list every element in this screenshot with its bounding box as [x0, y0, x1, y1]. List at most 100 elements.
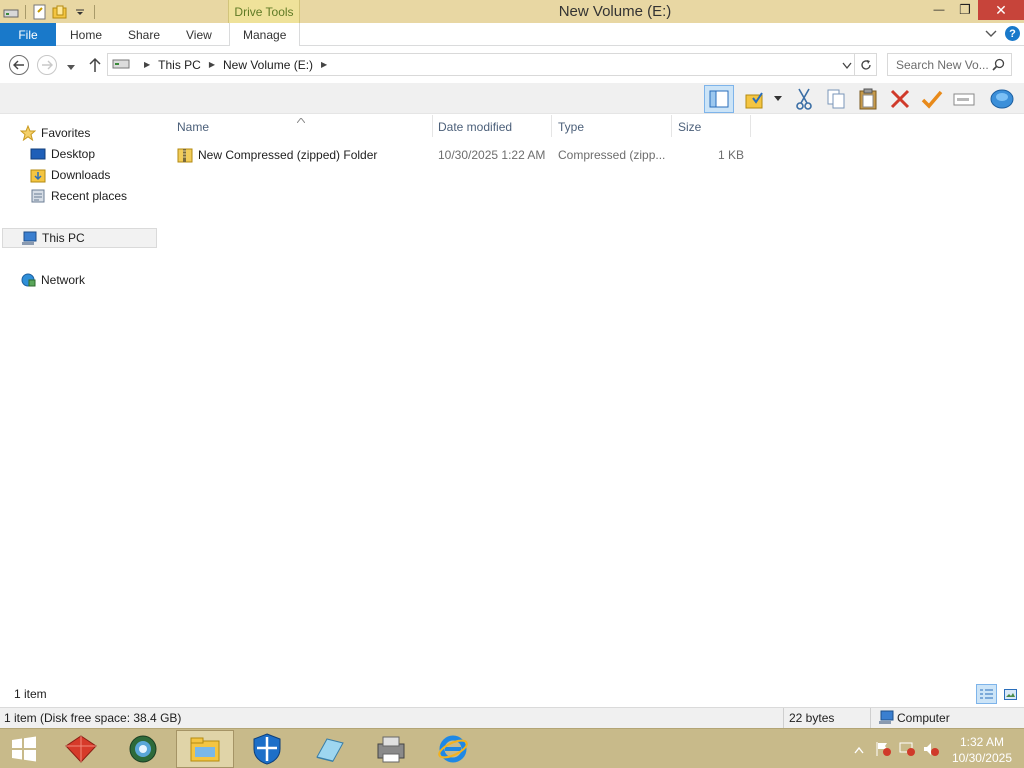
tab-file[interactable]: File: [0, 23, 56, 46]
move-to-dropdown-icon[interactable]: [770, 85, 786, 113]
title-bar: Drive Tools New Volume (E:) — ❐ ✕: [0, 0, 1024, 23]
column-header-date-modified[interactable]: Date modified: [438, 117, 512, 137]
status-bar: 1 item: [0, 684, 1024, 704]
disk-free-space: 1 item (Disk free space: 38.4 GB): [4, 711, 182, 725]
restore-button[interactable]: ❐: [952, 0, 978, 20]
desktop-icon: [30, 146, 46, 162]
drive-icon: [2, 3, 20, 21]
taskbar-clock[interactable]: 1:32 AM 10/30/2025: [952, 734, 1012, 766]
cut-icon[interactable]: [790, 85, 818, 113]
move-to-folder-icon[interactable]: [742, 85, 770, 113]
command-toolbar: [0, 83, 1024, 114]
clock-time: 1:32 AM: [959, 735, 1004, 749]
properties-icon[interactable]: [31, 3, 49, 21]
recent-locations-icon[interactable]: [66, 61, 76, 75]
network-status-icon[interactable]: [898, 741, 916, 760]
selection-bytes: 22 bytes: [789, 711, 835, 725]
up-arrow-icon[interactable]: [88, 57, 102, 76]
breadcrumb-chevron-icon[interactable]: ▶: [209, 60, 215, 69]
help-icon[interactable]: ?: [1005, 26, 1020, 41]
drive-tools-context-label: Drive Tools: [228, 0, 300, 23]
show-hidden-icons-icon[interactable]: [854, 743, 864, 757]
minimize-button[interactable]: —: [926, 0, 952, 20]
address-bar[interactable]: ▶ This PC ▶ New Volume (E:) ▶: [107, 53, 877, 76]
large-icons-view-icon[interactable]: [1000, 684, 1021, 704]
paste-icon[interactable]: [854, 85, 882, 113]
taskbar-app-globe-icon[interactable]: [114, 730, 172, 768]
details-divider: [870, 708, 871, 728]
qat-dropdown-icon[interactable]: [71, 3, 89, 21]
properties-check-icon[interactable]: [918, 85, 946, 113]
navigation-pane: Favorites Desktop Downloads Recent place…: [0, 114, 170, 684]
nav-desktop[interactable]: Desktop: [30, 144, 95, 164]
window-title: New Volume (E:): [558, 3, 672, 20]
file-date-modified: 10/30/2025 1:22 AM: [438, 148, 546, 162]
taskbar-app-shield-icon[interactable]: [238, 730, 296, 768]
new-folder-icon[interactable]: [51, 3, 69, 21]
refresh-icon[interactable]: [854, 54, 876, 75]
clock-date: 10/30/2025: [951, 751, 1012, 765]
nav-network[interactable]: Network: [20, 270, 85, 290]
search-placeholder: Search New Vo...: [896, 57, 989, 72]
file-list-row[interactable]: New Compressed (zipped) Folder 10/30/202…: [172, 145, 752, 165]
breadcrumb-this-pc[interactable]: This PC: [158, 58, 201, 72]
qat-separator: [94, 4, 95, 19]
column-header-name[interactable]: Name: [177, 117, 209, 137]
taskbar-app-red-cube-icon[interactable]: [52, 730, 110, 768]
address-dropdown-icon[interactable]: [842, 59, 852, 73]
column-divider[interactable]: [432, 115, 433, 137]
taskbar: 1:32 AM 10/30/2025: [0, 728, 1024, 768]
taskbar-app-printer-icon[interactable]: [362, 730, 420, 768]
details-view-icon[interactable]: [976, 684, 997, 704]
search-input[interactable]: Search New Vo...: [887, 53, 1012, 76]
tab-home[interactable]: Home: [70, 23, 102, 46]
nav-downloads-label: Downloads: [51, 168, 111, 182]
star-icon: [20, 125, 36, 141]
quick-access-toolbar: [0, 0, 98, 23]
back-button[interactable]: [9, 55, 29, 75]
column-divider[interactable]: [671, 115, 672, 137]
copy-icon[interactable]: [822, 85, 850, 113]
column-divider[interactable]: [750, 115, 751, 137]
column-header-type[interactable]: Type: [558, 117, 584, 137]
taskbar-app-eraser-icon[interactable]: [300, 730, 358, 768]
sort-arrow-icon: [296, 112, 306, 126]
nav-downloads[interactable]: Downloads: [30, 165, 110, 185]
expand-ribbon-icon[interactable]: [985, 27, 997, 41]
zip-folder-icon: [177, 146, 193, 166]
location-computer: Computer: [897, 711, 950, 725]
computer-small-icon: [878, 710, 894, 728]
volume-muted-icon[interactable]: [922, 741, 940, 760]
close-button[interactable]: ✕: [978, 0, 1024, 20]
taskbar-internet-explorer-icon[interactable]: [424, 730, 482, 768]
preview-pane-icon[interactable]: [704, 85, 734, 113]
tab-share[interactable]: Share: [128, 23, 160, 46]
column-header-size[interactable]: Size: [678, 117, 701, 137]
nav-network-label: Network: [41, 273, 86, 287]
address-row: ▶ This PC ▶ New Volume (E:) ▶ Search New…: [0, 47, 1024, 83]
taskbar-file-explorer-icon[interactable]: [176, 730, 234, 768]
delete-icon[interactable]: [886, 85, 914, 113]
nav-favorites[interactable]: Favorites: [20, 123, 90, 143]
qat-separator: [25, 4, 26, 19]
breadcrumb-chevron-icon[interactable]: ▶: [321, 60, 327, 69]
window-controls: — ❐ ✕: [926, 0, 1024, 20]
breadcrumb-chevron-icon[interactable]: ▶: [144, 60, 150, 69]
network-icon: [20, 272, 36, 288]
computer-icon: [21, 230, 37, 246]
rename-icon[interactable]: [950, 85, 978, 113]
action-center-flag-icon[interactable]: [874, 741, 892, 760]
nav-this-pc[interactable]: This PC: [2, 228, 157, 248]
nav-recent-places[interactable]: Recent places: [30, 186, 127, 206]
network-globe-icon[interactable]: [988, 85, 1016, 113]
file-type: Compressed (zipp...: [558, 148, 666, 162]
nav-this-pc-label: This PC: [42, 231, 85, 245]
tab-view[interactable]: View: [186, 23, 212, 46]
breadcrumb-new-volume[interactable]: New Volume (E:): [223, 58, 313, 72]
tab-manage[interactable]: Manage: [229, 23, 301, 46]
downloads-icon: [30, 167, 46, 183]
column-divider[interactable]: [551, 115, 552, 137]
start-button[interactable]: [0, 730, 48, 768]
forward-button[interactable]: [37, 55, 57, 75]
search-icon[interactable]: [992, 58, 1005, 74]
